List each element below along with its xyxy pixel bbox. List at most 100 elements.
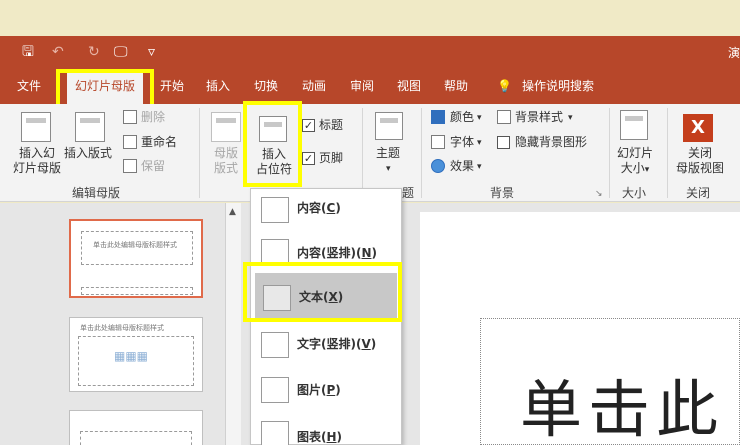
close-master-view-label-1: 关闭 [687,146,712,160]
master-layout-label-2: 版式 [213,161,238,175]
slide-size-button[interactable]: 幻灯片 大小▾ [612,146,658,178]
master-layout-icon[interactable] [211,112,241,142]
group-label-size: 大小 [622,186,647,200]
title-checkbox-label: 标题 [319,118,344,132]
background-styles-icon [497,110,511,124]
content-placeholder-icon [261,197,289,223]
insert-slide-master-icon[interactable] [21,112,51,142]
master-layout-label-1: 母版 [213,146,238,160]
preserve-button[interactable]: 保留 [141,159,165,174]
slide-thumbnail-master[interactable]: 单击此处编辑母版标题样式 [69,219,203,298]
insert-layout-button[interactable]: 插入版式 [64,146,112,161]
group-label-background: 背景 [490,186,515,200]
thumb-title-text: 单击此处编辑母版标题样式 [93,241,177,249]
tab-review[interactable]: 审阅 [350,78,374,94]
menu-item-label: 内容(竖排)(N) [297,246,377,260]
fonts-button[interactable]: 字体 [450,135,474,150]
insert-slide-master-button[interactable]: 插入幻 灯片母版 [10,146,64,176]
master-layout-button[interactable]: 母版 版式 [206,146,246,176]
footer-checkbox[interactable]: ✓ [302,152,315,165]
preserve-icon [123,159,137,173]
insert-layout-icon[interactable] [75,112,105,142]
fonts-icon [431,135,445,149]
theme-button[interactable]: 主题 [376,146,400,161]
hide-background-checkbox[interactable] [497,136,510,149]
rename-button[interactable]: 重命名 [141,135,177,150]
group-label-close: 关闭 [686,186,711,200]
thumb-title-text: 单击此处编辑母版标题样式 [80,324,164,332]
scroll-up-icon[interactable]: ▲ [229,207,236,217]
effects-button[interactable]: 效果 [450,159,474,174]
undo-icon[interactable]: ↶ [52,43,64,61]
title-bar: 🖫 ↶ ↻ 🖵 ▿ 演 [0,36,740,68]
separator [609,108,610,198]
tab-file[interactable]: 文件 [17,78,41,94]
tab-home[interactable]: 开始 [160,78,184,94]
customize-dropdown-icon[interactable]: ▿ [148,43,155,61]
present-from-start-icon[interactable]: 🖵 [114,43,128,61]
slide-size-label-1: 幻灯片 [616,146,653,160]
tab-animations[interactable]: 动画 [302,78,326,94]
colors-button[interactable]: 颜色 [450,110,474,125]
tab-transitions[interactable]: 切换 [254,78,278,94]
thumbnail-scrollbar[interactable]: ▲ [225,203,241,445]
redo-icon[interactable]: ↻ [88,43,100,61]
chart-placeholder-icon [261,421,289,445]
colors-dropdown-icon[interactable]: ▾ [477,111,482,126]
menu-item-picture[interactable]: 图片(P) [253,369,399,417]
slide-size-dropdown-icon: ▾ [644,165,650,175]
background-styles-dropdown-icon[interactable]: ▾ [568,111,573,126]
hide-background-label: 隐藏背景图形 [515,135,588,149]
tab-insert[interactable]: 插入 [206,78,230,94]
slide-thumbnail-layout[interactable]: 单击此处编辑母版标题样式 ▦▦▦ [69,317,203,392]
delete-button[interactable]: 删除 [141,110,165,125]
fonts-dropdown-icon[interactable]: ▾ [477,136,482,151]
separator [362,108,363,198]
effects-icon [431,159,445,173]
picture-placeholder-icon [261,377,289,403]
delete-icon [123,110,137,124]
thumb-footer-placeholder [81,287,193,295]
thumb-title-placeholder [80,431,192,445]
colors-icon [431,110,445,124]
separator [421,108,422,198]
tab-help[interactable]: 帮助 [444,78,468,94]
slide-size-label-2: 大小 [620,161,645,175]
insert-slide-master-label-2: 灯片母版 [12,161,61,175]
close-master-view-label-2: 母版视图 [675,161,724,175]
highlight-text-menu-item [243,262,402,322]
menu-item-text-vertical[interactable]: 文字(竖排)(V) [253,324,399,372]
group-label-edit-master: 编辑母版 [72,186,121,200]
separator [667,108,668,198]
slide-thumbnail-layout[interactable] [69,410,203,445]
insert-slide-master-label-1: 插入幻 [18,146,55,160]
format-background-launcher-icon[interactable]: ↘ [595,187,603,202]
tell-me-search[interactable]: 操作说明搜索 [522,78,594,94]
group-label-master-layout: 题 [402,186,415,200]
theme-dropdown-icon[interactable]: ▾ [386,162,391,177]
slide-title-text: 单击此 [520,373,725,445]
separator [199,108,200,198]
close-master-view-button[interactable]: 关闭 母版视图 [672,146,728,176]
slide-size-icon[interactable] [620,110,648,140]
menu-item-label: 内容(C) [297,201,341,215]
effects-dropdown-icon[interactable]: ▾ [477,160,482,175]
background-styles-button[interactable]: 背景样式 [515,110,563,125]
menu-item-chart[interactable]: 图表(H) [253,415,399,445]
footer-checkbox-label: 页脚 [319,151,344,165]
theme-icon[interactable] [375,112,403,140]
top-band [0,0,740,36]
menu-item-label: 图片(P) [297,383,341,397]
text-vertical-placeholder-icon [261,332,289,358]
rename-icon [123,135,137,149]
tab-view[interactable]: 视图 [397,78,421,94]
lightbulb-icon: 💡 [497,79,512,93]
menu-item-label: 文字(竖排)(V) [297,337,377,351]
thumb-content-icons: ▦▦▦ [114,349,149,363]
window-title: 演 [727,46,740,60]
highlight-insert-placeholder [243,101,302,187]
menu-item-label: 图表(H) [297,430,343,444]
save-icon[interactable]: 🖫 [22,43,34,61]
close-icon[interactable]: X [683,114,713,142]
title-checkbox[interactable]: ✓ [302,119,315,132]
